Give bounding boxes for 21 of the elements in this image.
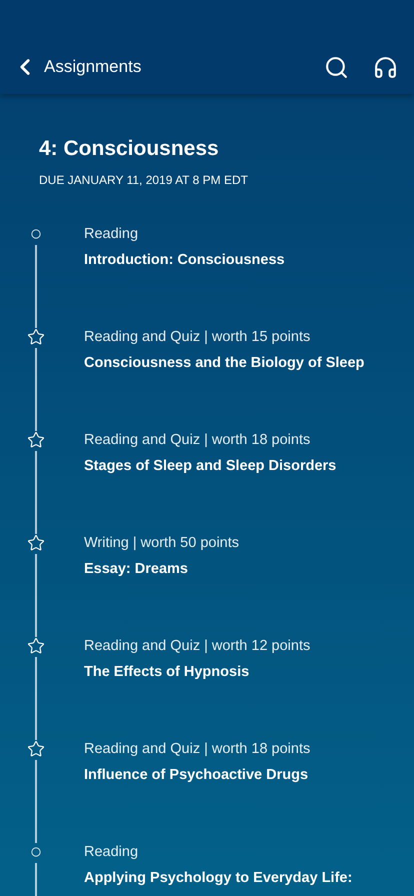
assignment-link[interactable]: Consciousness and the Biology of Sleep: [84, 354, 364, 372]
headphones-button[interactable]: [373, 55, 398, 80]
item-type-label: Reading: [84, 843, 140, 862]
module-title: 4: Consciousness: [39, 136, 220, 162]
item-type-label: Reading: [84, 225, 140, 244]
due-date: DUE JANUARY 11, 2019 AT 8 PM EDT: [39, 172, 249, 190]
circle-icon: [31, 847, 41, 858]
assignment-link[interactable]: Influence of Psychoactive Drugs: [84, 766, 310, 784]
item-type-label: Reading and Quiz | worth 18 points: [84, 431, 312, 450]
assignment-link[interactable]: Essay: Dreams: [84, 560, 240, 578]
back-button[interactable]: Assignments: [12, 54, 142, 80]
item-type-label: Reading and Quiz | worth 18 points: [84, 740, 310, 758]
search-button[interactable]: [324, 55, 349, 80]
circle-icon: [31, 229, 41, 240]
assignment-link[interactable]: Introduction: Consciousness: [84, 251, 285, 270]
assignment-link[interactable]: The Effects of Hypnosis: [84, 663, 310, 682]
item-type-label: Writing | worth 50 points: [84, 534, 240, 552]
assignment-link[interactable]: Stages of Sleep and Sleep Disorders: [84, 457, 336, 476]
item-type-label: Reading and Quiz | worth 12 points: [84, 637, 310, 656]
assignment-link[interactable]: Applying Psychology to Everyday Life:: [84, 869, 352, 888]
item-type-label: Reading and Quiz | worth 15 points: [84, 328, 312, 346]
